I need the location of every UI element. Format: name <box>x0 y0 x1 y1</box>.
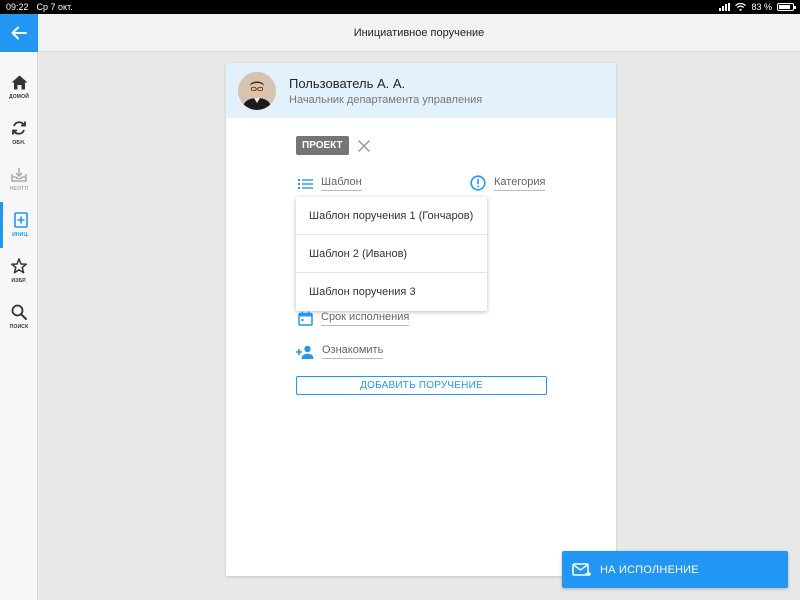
alert-circle-icon <box>470 175 486 191</box>
sidebar-item-label: ДОМОЙ <box>8 93 30 100</box>
status-indicators: 83 % <box>719 2 796 12</box>
sidebar-item-label: НЕОТП <box>9 185 29 192</box>
arrow-left-icon <box>11 26 27 40</box>
sidebar-item-home[interactable]: ДОМОЙ <box>0 64 38 110</box>
status-date: Ср 7 окт. <box>36 2 73 12</box>
execute-label: НА ИСПОЛНЕНИЕ <box>600 563 699 576</box>
user-name: Пользователь А. А. <box>289 75 406 91</box>
avatar <box>238 71 276 110</box>
page-title: Инициативное поручение <box>353 26 485 39</box>
sidebar-item-search[interactable]: ПОИСК <box>0 294 38 340</box>
deadline-field[interactable]: Срок исполнения <box>298 311 410 326</box>
acquaint-label: Ознакомить <box>322 344 384 359</box>
star-icon <box>11 258 27 274</box>
list-icon <box>298 178 313 189</box>
deadline-label: Срок исполнения <box>321 311 410 326</box>
status-row: ПРОЕКТ <box>296 136 371 155</box>
sidebar-item-label: ОБН. <box>12 140 26 146</box>
acquaint-field[interactable]: Ознакомить <box>296 344 384 359</box>
status-badge: ПРОЕКТ <box>296 136 349 155</box>
sidebar-item-label: ИЗБР. <box>11 278 27 284</box>
back-button[interactable] <box>0 14 38 52</box>
battery-icon <box>777 3 796 11</box>
close-icon[interactable] <box>357 139 371 153</box>
calendar-icon <box>298 311 313 326</box>
status-bar: 09:22 Ср 7 окт. 83 % <box>0 0 800 14</box>
user-header: Пользователь А. А. Начальник департамент… <box>226 63 616 118</box>
sidebar-item-unsent[interactable]: НЕОТП <box>0 156 38 202</box>
template-option[interactable]: Шаблон поручения 1 (Гончаров) <box>296 197 487 235</box>
outbox-icon <box>11 167 27 182</box>
wifi-icon <box>735 3 747 11</box>
category-field[interactable]: Категория <box>470 175 546 191</box>
sidebar-item-favorites[interactable]: ИЗБР. <box>0 248 38 294</box>
sidebar-item-initiative[interactable]: ИНИЦ. <box>0 202 38 248</box>
plus-box-icon <box>13 212 28 228</box>
mail-send-icon <box>572 562 591 576</box>
sidebar-item-label: ИНИЦ. <box>12 232 29 238</box>
add-person-icon <box>296 345 314 359</box>
sidebar-item-refresh[interactable]: ОБН. <box>0 110 38 156</box>
cellular-signal-icon <box>719 3 731 11</box>
user-info: Пользователь А. А. Начальник департамент… <box>289 76 482 106</box>
sidebar-item-label: ПОИСК <box>9 324 29 330</box>
user-position: Начальник департамента управления <box>289 93 483 106</box>
header-bar: Инициативное поручение <box>38 14 800 52</box>
add-assignment-button[interactable]: ДОБАВИТЬ ПОРУЧЕНИЕ <box>296 376 547 395</box>
status-time: 09:22 <box>6 2 29 12</box>
search-icon <box>11 304 27 320</box>
category-label: Категория <box>494 176 546 191</box>
template-dropdown: Шаблон поручения 1 (Гончаров) Шаблон 2 (… <box>296 197 487 311</box>
home-icon <box>11 75 27 89</box>
battery-percent: 83 % <box>751 2 772 12</box>
template-option[interactable]: Шаблон 2 (Иванов) <box>296 235 487 273</box>
template-label: Шаблон <box>321 176 362 191</box>
template-option[interactable]: Шаблон поручения 3 <box>296 273 487 311</box>
assignment-card: Пользователь А. А. Начальник департамент… <box>226 63 616 576</box>
sidebar: ДОМОЙ ОБН. НЕОТП ИНИЦ. ИЗБР. ПОИСК <box>0 52 38 600</box>
refresh-icon <box>12 121 26 135</box>
template-field[interactable]: Шаблон <box>298 176 362 191</box>
send-to-execution-button[interactable]: НА ИСПОЛНЕНИЕ <box>562 551 788 588</box>
